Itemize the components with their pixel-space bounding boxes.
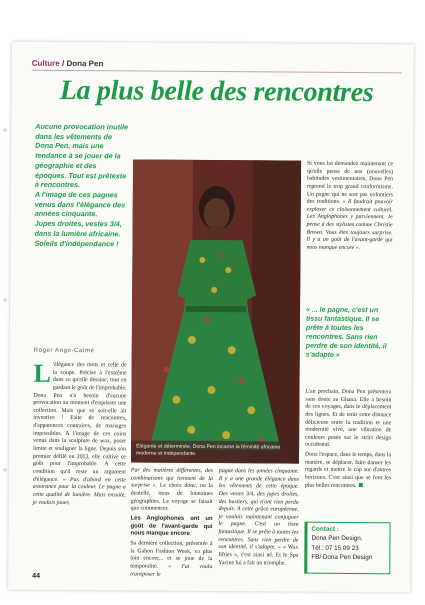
body-column-2: Par des matières différentes, des combin…	[130, 467, 213, 581]
body-column-1: L 'élégance des mots et celle de la coup…	[33, 358, 127, 510]
binder-holes	[2, 0, 8, 600]
rubric-header: Culture / Dona Pen	[31, 58, 402, 74]
page-number: 44	[32, 572, 41, 580]
body-paragraph: Dona l'espace, dans le temps, dans la ma…	[305, 452, 391, 491]
body-paragraph: L'an prochain, Dona Pen présentera sans …	[305, 388, 392, 449]
body-paragraph: pagne dans les années cinquante. Il y a …	[218, 468, 299, 568]
body-paragraph: Par des matières différentes, des combin…	[131, 467, 213, 513]
magazine-page: Culture / Dona Pen La plus belle des ren…	[8, 41, 414, 593]
lead-text-1: Aucune provocation inutile dans les vête…	[34, 121, 129, 190]
body-paragraph: Sa dernière collection, présentée à la G…	[130, 541, 212, 580]
contact-heading: Contact :	[311, 525, 339, 533]
portrait-photo	[130, 159, 302, 464]
contact-box: Contact : Dona Pen Design, Tél.: 07 15 0…	[304, 521, 391, 575]
body-text: Dona l'espace, dans le temps, dans la ma…	[304, 451, 392, 489]
portrait-illustration	[130, 159, 302, 464]
binder-holes-graphic	[3, 128, 7, 472]
drop-cap: L	[33, 358, 52, 388]
contact-facebook: FB/ Dona Pen Design	[311, 554, 373, 562]
contact-name: Dona Pen Design,	[311, 535, 363, 543]
rubric-separator: /	[61, 58, 65, 68]
rubric-name: Dona Pen	[66, 58, 104, 69]
section-subhead: Les Anglophones ont un goût de l'avant-g…	[130, 515, 213, 538]
lead-paragraph: Aucune provocation inutile dans les vête…	[34, 122, 130, 249]
body-paragraph: Si vous lui demandez maintenant ce qu'el…	[306, 161, 393, 253]
body-column-3: pagne dans les années cinquante. Il y a …	[218, 468, 299, 570]
article-title: La plus belle des rencontres	[59, 74, 374, 109]
body-column-4: Si vous lui demandez maintenant ce qu'el…	[306, 161, 393, 255]
byline: Roger Ango-Calmé	[33, 347, 95, 355]
photo-caption: Élégante et déterminée, Dona Pen incarne…	[130, 440, 300, 464]
lead-text-3: Jupes droites, vestes 3/4, dans la lumiè…	[34, 218, 122, 248]
body-quote: « Il faudrait pouvoir exploser ce cloiso…	[306, 199, 393, 252]
contact-phone: Tél.: 07 15 09 23	[311, 544, 359, 552]
end-mark-icon	[358, 483, 363, 488]
body-paragraph: L 'élégance des mots et celle de la coup…	[33, 358, 127, 508]
lead-text-2: A l'image de ces pagnes venus dans l'élé…	[34, 189, 126, 219]
body-quote: pagne dans les années cinquante. Il y a …	[218, 468, 299, 551]
rubric-category: Culture	[31, 58, 60, 68]
body-column-4-continued: L'an prochain, Dona Pen présentera sans …	[305, 389, 392, 493]
pull-quote: « ... le pagne, c'est un tissu fantastiq…	[305, 306, 387, 360]
